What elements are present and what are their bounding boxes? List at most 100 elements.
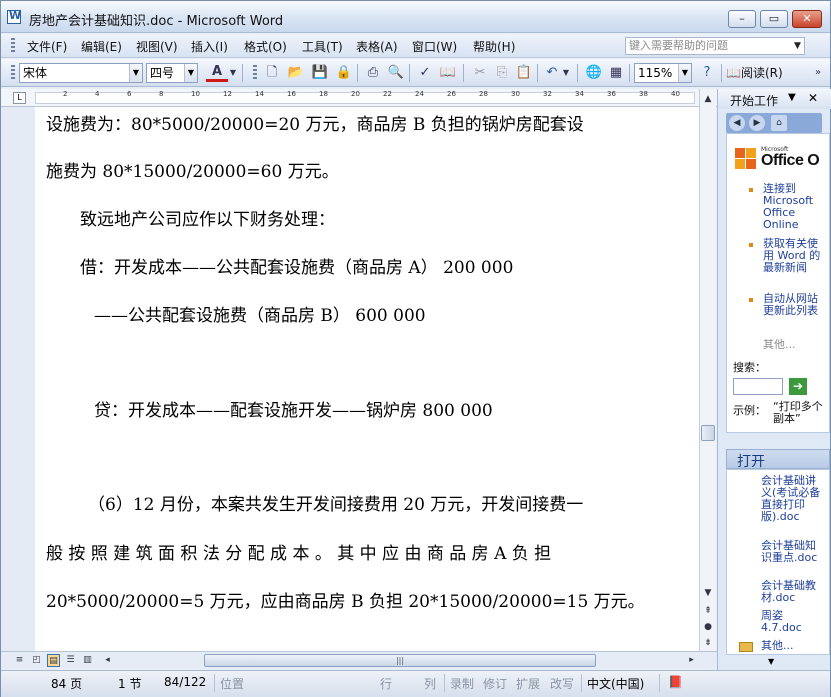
toolbar-separator: [242, 64, 243, 82]
font-name-select[interactable]: 宋体 ▼: [19, 63, 143, 83]
chevron-down-icon[interactable]: ▼: [678, 64, 691, 82]
back-icon[interactable]: ◀: [729, 115, 745, 131]
browse-object-icon[interactable]: ●: [700, 619, 716, 635]
print-icon[interactable]: ⎙: [364, 64, 382, 82]
menu-format[interactable]: 格式(O): [244, 38, 287, 55]
toolbar-options-icon[interactable]: »: [809, 64, 827, 82]
insert-table-icon[interactable]: ▦: [607, 64, 625, 82]
menu-view[interactable]: 视图(V): [136, 38, 178, 55]
print-layout-view-icon[interactable]: ▤: [47, 654, 60, 667]
open-folder-icon[interactable]: 📂: [287, 64, 305, 82]
menu-tools[interactable]: 工具(T): [302, 38, 343, 55]
help-dropdown-icon[interactable]: ▼: [790, 37, 805, 55]
chevron-down-icon[interactable]: ▼: [184, 64, 197, 82]
normal-view-icon[interactable]: ≡: [13, 654, 26, 667]
scroll-left-icon[interactable]: ◂: [101, 654, 114, 667]
title-bar: 房地产会计基础知识.doc - Microsoft Word – ▭ ✕: [1, 1, 830, 33]
ruler-track[interactable]: [35, 92, 695, 104]
help-search-input[interactable]: 键入需要帮助的问题: [625, 37, 805, 55]
horizontal-scroll-thumb[interactable]: |||: [204, 654, 596, 667]
link-office-online[interactable]: 连接到 Microsoft Office Online: [763, 183, 825, 231]
previous-page-icon[interactable]: ⇞: [700, 603, 716, 619]
font-color-button[interactable]: A: [206, 64, 228, 82]
scroll-down-icon[interactable]: ▼: [700, 585, 716, 601]
tab-stop-selector[interactable]: L: [13, 92, 26, 104]
print-preview-icon[interactable]: 🔍: [387, 64, 405, 82]
ruler-tick: 32: [543, 90, 552, 98]
next-page-icon[interactable]: ⇟: [700, 635, 716, 651]
permission-icon[interactable]: 🔒: [335, 64, 353, 82]
example-label: 示例：: [733, 404, 766, 417]
spelling-status-icon[interactable]: 📕: [668, 675, 683, 689]
menu-insert[interactable]: 插入(I): [191, 38, 228, 55]
toolbar-grip[interactable]: [11, 65, 15, 81]
status-ext[interactable]: 扩展: [516, 675, 540, 692]
research-icon[interactable]: 📖: [439, 64, 457, 82]
horizontal-scrollbar-row: ≡ ◰ ▤ ☰ ▥ ◂ ||| ▸: [1, 651, 717, 669]
ruler-tick: 30: [511, 90, 520, 98]
maximize-button[interactable]: ▭: [760, 10, 788, 28]
link-auto-update[interactable]: 自动从网站更新此列表: [763, 293, 825, 317]
paste-icon[interactable]: 📋: [515, 64, 533, 82]
save-icon[interactable]: 💾: [311, 64, 329, 82]
font-size-select[interactable]: 四号 ▼: [146, 63, 198, 83]
new-document-icon[interactable]: 🗋: [263, 64, 281, 82]
menu-window[interactable]: 窗口(W): [412, 38, 457, 55]
zoom-select[interactable]: 115% ▼: [634, 63, 692, 83]
menu-edit[interactable]: 编辑(E): [81, 38, 122, 55]
chevron-down-icon[interactable]: ▼: [129, 64, 142, 82]
menu-table[interactable]: 表格(A): [356, 38, 398, 55]
link-word-news[interactable]: 获取有关使用 Word 的最新新闻: [763, 238, 825, 274]
close-icon[interactable]: ✕: [808, 91, 818, 105]
status-line: 行: [380, 677, 393, 691]
chevron-down-icon[interactable]: ▼: [788, 92, 796, 103]
vertical-scrollbar[interactable]: ▲ ▼ ⇞ ● ⇟: [699, 89, 716, 651]
reading-view-icon[interactable]: ▥: [81, 654, 94, 667]
status-ovr[interactable]: 改写: [550, 675, 574, 692]
hyperlink-icon[interactable]: 🌐: [585, 64, 603, 82]
menubar-grip[interactable]: [11, 38, 15, 54]
status-rec[interactable]: 录制: [450, 675, 474, 692]
task-pane-title[interactable]: 开始工作: [730, 92, 778, 109]
menu-file[interactable]: 文件(F): [27, 38, 67, 55]
scroll-right-icon[interactable]: ▸: [685, 654, 698, 667]
pane-scroll-down-icon[interactable]: ▼: [768, 657, 774, 666]
ruler-tick: 4: [95, 90, 100, 98]
recent-file[interactable]: 会计基础教材.doc: [761, 580, 823, 604]
font-color-dropdown-icon[interactable]: ▼: [228, 64, 238, 82]
document-page[interactable]: 设施费为：80*5000/20000=20 万元，商品房 B 负担的锅炉房配套设…: [35, 107, 699, 651]
scroll-up-icon[interactable]: ▲: [700, 91, 716, 107]
pane-search-input[interactable]: [733, 378, 783, 395]
recent-file[interactable]: 周姿 4.7.doc: [761, 610, 823, 634]
toolbar-grip[interactable]: [253, 65, 257, 81]
forward-icon[interactable]: ▶: [749, 115, 765, 131]
status-trk[interactable]: 修订: [483, 675, 507, 692]
menu-bar: 文件(F) 编辑(E) 视图(V) 插入(I) 格式(O) 工具(T) 表格(A…: [1, 34, 830, 58]
menu-help[interactable]: 帮助(H): [473, 38, 515, 55]
more-link[interactable]: 其他...: [763, 336, 796, 352]
vertical-scroll-thumb[interactable]: [701, 425, 715, 441]
recent-file[interactable]: 会计基础讲义(考试必备直接打印版).doc: [761, 475, 823, 523]
close-button[interactable]: ✕: [792, 10, 822, 28]
recent-file[interactable]: 会计基础知识重点.doc: [761, 540, 823, 564]
undo-dropdown-icon[interactable]: ▼: [561, 64, 571, 82]
ruler-tick: 34: [575, 90, 584, 98]
web-view-icon[interactable]: ◰: [30, 654, 43, 667]
open-more-link[interactable]: 其他...: [761, 640, 823, 652]
ruler-tick: 38: [639, 90, 648, 98]
outline-view-icon[interactable]: ☰: [64, 654, 77, 667]
doc-line: 般 按 照 建 筑 面 积 法 分 配 成 本 。 其 中 应 由 商 品 房 …: [46, 544, 552, 564]
minimize-icon: –: [739, 12, 745, 25]
home-icon[interactable]: ⌂: [771, 115, 787, 131]
cut-icon[interactable]: ✂: [471, 64, 489, 82]
logo-square: [746, 159, 756, 169]
read-mode-button[interactable]: 📖阅读(R): [726, 64, 796, 82]
status-language[interactable]: 中文(中国): [587, 675, 644, 692]
minimize-button[interactable]: –: [728, 10, 756, 28]
spelling-icon[interactable]: ✓: [416, 64, 434, 82]
copy-icon[interactable]: ⎘: [493, 64, 511, 82]
undo-icon[interactable]: ↶: [543, 64, 561, 82]
help-icon[interactable]: ?: [698, 64, 716, 82]
word-app-icon[interactable]: [7, 9, 21, 24]
search-go-icon[interactable]: ➔: [789, 378, 807, 395]
